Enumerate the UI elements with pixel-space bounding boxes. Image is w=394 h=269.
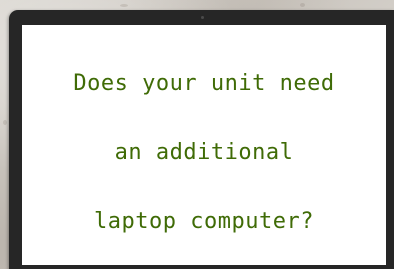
texture-speck	[120, 4, 128, 7]
laptop-screen: Does your unit need an additional laptop…	[22, 25, 386, 265]
webcam-icon	[201, 16, 204, 19]
texture-speck	[300, 3, 305, 7]
stone-background: Does your unit need an additional laptop…	[0, 0, 394, 269]
texture-speck	[3, 120, 7, 125]
message-line-2: an additional	[114, 140, 294, 165]
message-line-3: laptop computer?	[94, 209, 314, 234]
laptop-bezel: Does your unit need an additional laptop…	[9, 10, 394, 269]
message-line-1: Does your unit need	[73, 71, 335, 96]
